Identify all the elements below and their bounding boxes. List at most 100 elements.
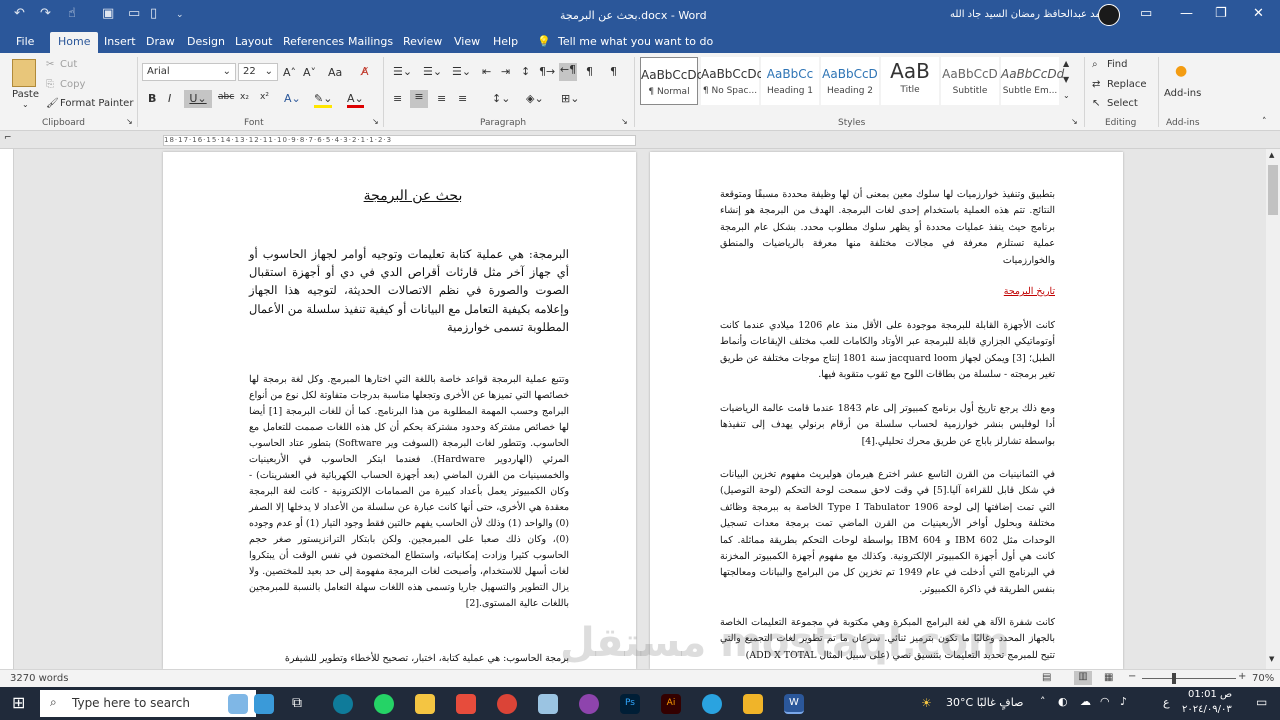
- weather-text[interactable]: 30°C صافٍ غالبًا: [946, 696, 1023, 709]
- input-language[interactable]: ع: [1163, 696, 1170, 709]
- text-effects-icon[interactable]: A⌄: [284, 92, 301, 105]
- scroll-down-icon[interactable]: ▼: [1269, 655, 1274, 663]
- bullets-icon[interactable]: ☰⌄: [393, 65, 412, 78]
- horizontal-ruler[interactable]: ⌐ 18·17·16·15·14·13·12·11·10·9·8·7·6·5·4…: [0, 131, 1280, 149]
- copy-icon[interactable]: ⎘: [46, 79, 54, 90]
- paste-button[interactable]: Paste: [12, 89, 39, 100]
- read-mode-icon[interactable]: ▤: [1042, 672, 1051, 683]
- collapse-ribbon-icon[interactable]: ˄: [1262, 117, 1267, 127]
- tab-help[interactable]: Help: [493, 35, 518, 48]
- font-color-icon[interactable]: A⌄: [347, 92, 364, 108]
- zoom-level[interactable]: 70%: [1252, 673, 1274, 684]
- style-no-spacing[interactable]: AaBbCcDd ¶ No Spac...: [701, 57, 764, 105]
- grow-font-icon[interactable]: A˄: [283, 66, 296, 79]
- app-icon[interactable]: [579, 694, 599, 714]
- style-heading-1[interactable]: AaBbCc Heading 1: [761, 57, 819, 105]
- touch-mode-icon[interactable]: ☝: [68, 6, 76, 21]
- line-spacing-icon[interactable]: ↕⌄: [492, 92, 510, 105]
- tab-home[interactable]: Home: [50, 32, 99, 53]
- shrink-font-icon[interactable]: A˅: [303, 66, 316, 79]
- bold-icon[interactable]: B: [148, 92, 156, 105]
- wifi-icon[interactable]: ◠: [1100, 695, 1110, 708]
- whatsapp-icon[interactable]: [374, 694, 394, 714]
- cut-icon[interactable]: ✂: [46, 59, 54, 70]
- customize-qat-icon[interactable]: ⌄: [176, 10, 184, 20]
- avatar[interactable]: [1098, 4, 1120, 26]
- notifications-icon[interactable]: ▭: [1256, 695, 1267, 709]
- store-icon[interactable]: [456, 694, 476, 714]
- windows-start-icon[interactable]: ⊞: [12, 693, 25, 712]
- find-icon[interactable]: ⌕: [1092, 59, 1098, 70]
- clipboard-launcher-icon[interactable]: ↘: [126, 117, 133, 126]
- scroll-thumb[interactable]: [1268, 165, 1278, 215]
- styles-scroll-up-icon[interactable]: ▲: [1063, 59, 1069, 68]
- select-icon[interactable]: ↖: [1092, 98, 1100, 109]
- replace-button[interactable]: Replace: [1107, 79, 1147, 90]
- ltr-icon[interactable]: ¶→: [539, 65, 555, 78]
- tell-me-search[interactable]: Tell me what you want to do: [558, 35, 713, 48]
- search-highlight-icon[interactable]: [228, 694, 248, 714]
- vertical-ruler[interactable]: [0, 149, 14, 669]
- subscript-icon[interactable]: x₂: [240, 92, 249, 102]
- format-painter-icon[interactable]: 🖌: [46, 98, 59, 109]
- tab-references[interactable]: References: [283, 35, 344, 48]
- ltr-direction-icon[interactable]: ¶: [586, 65, 593, 78]
- tray-chevron-icon[interactable]: ˄: [1040, 695, 1046, 708]
- rtl-icon[interactable]: ←¶: [559, 63, 577, 81]
- style-heading-2[interactable]: AaBbCcD Heading 2: [821, 57, 879, 105]
- chrome-icon[interactable]: [497, 694, 517, 714]
- taskbar-search[interactable]: ⌕ Type here to search: [40, 690, 256, 717]
- find-button[interactable]: Find: [1107, 59, 1128, 70]
- network-icon[interactable]: ☁: [1080, 695, 1091, 708]
- zoom-thumb[interactable]: [1172, 673, 1176, 684]
- justify-icon[interactable]: ≡: [458, 92, 467, 105]
- undo-icon[interactable]: ↶: [14, 6, 25, 21]
- sort-icon[interactable]: ↕: [521, 65, 530, 78]
- shading-icon[interactable]: ◈⌄: [526, 92, 544, 105]
- word-icon[interactable]: W: [784, 694, 804, 714]
- document-page-1[interactable]: بحث عن البرمجة البرمجة: هي عملية كتابة ت…: [163, 152, 636, 669]
- zoom-in-icon[interactable]: +: [1238, 671, 1246, 682]
- folder-icon[interactable]: [743, 694, 763, 714]
- strikethrough-icon[interactable]: abc: [218, 92, 234, 102]
- borders-icon[interactable]: ⊞⌄: [561, 92, 579, 105]
- italic-icon[interactable]: I: [168, 92, 171, 105]
- telegram-icon[interactable]: [702, 694, 722, 714]
- print-layout-icon[interactable]: ▥: [1074, 671, 1092, 685]
- zoom-slider[interactable]: [1142, 678, 1236, 679]
- tab-draw[interactable]: Draw: [146, 35, 175, 48]
- underline-icon[interactable]: U⌄: [184, 90, 212, 108]
- highlight-icon[interactable]: ✎⌄: [314, 92, 333, 108]
- paste-dropdown-icon[interactable]: ⌄: [22, 100, 29, 109]
- clear-formatting-icon[interactable]: A̸: [361, 65, 369, 78]
- font-launcher-icon[interactable]: ↘: [372, 117, 379, 126]
- word-count[interactable]: 3270 words: [10, 673, 68, 684]
- clock-date[interactable]: ٢٠٢٤/٠٩/٠٣: [1182, 704, 1232, 715]
- app-icon[interactable]: [538, 694, 558, 714]
- tab-file[interactable]: File: [16, 35, 34, 48]
- replace-icon[interactable]: ⇄: [1092, 79, 1100, 90]
- font-size-dropdown[interactable]: 22 ⌄: [238, 63, 278, 81]
- multilevel-list-icon[interactable]: ☰⌄: [452, 65, 471, 78]
- ribbon-display-icon[interactable]: ▭: [1140, 6, 1152, 21]
- align-left-icon[interactable]: ≡: [393, 92, 402, 105]
- document-page-2[interactable]: بتطبيق وتنفيذ خوارزميات لها سلوك معين بم…: [650, 152, 1123, 669]
- change-case-icon[interactable]: Aa: [328, 66, 342, 79]
- tab-design[interactable]: Design: [187, 35, 225, 48]
- redo-icon[interactable]: ↷: [40, 6, 51, 21]
- align-right-icon[interactable]: ≡: [437, 92, 446, 105]
- tab-layout[interactable]: Layout: [235, 35, 272, 48]
- maximize-icon[interactable]: ❐: [1215, 6, 1227, 21]
- volume-icon[interactable]: ♪: [1120, 695, 1127, 708]
- format-painter-button[interactable]: Format Painter: [60, 98, 133, 109]
- scroll-up-icon[interactable]: ▲: [1269, 151, 1274, 159]
- font-name-dropdown[interactable]: Arial ⌄: [142, 63, 236, 81]
- minimize-icon[interactable]: —: [1180, 6, 1193, 21]
- center-icon[interactable]: ≡: [410, 90, 428, 108]
- language-icon[interactable]: ◐: [1058, 695, 1068, 708]
- show-marks-icon[interactable]: ¶: [610, 65, 617, 78]
- tab-review[interactable]: Review: [403, 35, 442, 48]
- style-subtle-emphasis[interactable]: AaBbCcDd Subtle Em...: [1001, 57, 1064, 105]
- styles-launcher-icon[interactable]: ↘: [1071, 117, 1078, 126]
- style-normal[interactable]: AaBbCcDd ¶ Normal: [640, 57, 704, 105]
